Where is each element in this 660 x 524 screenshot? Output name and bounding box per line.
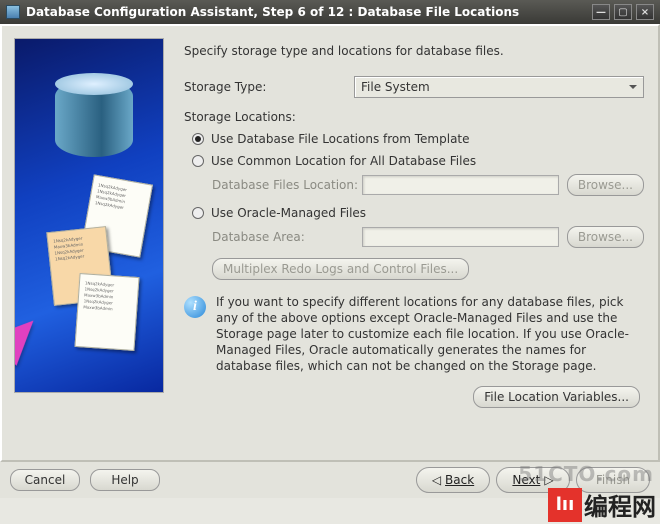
file-location-variables-button[interactable]: File Location Variables... [473,386,640,408]
wizard-content: Specify storage type and locations for d… [170,30,654,456]
chevron-left-icon: ◁ [432,473,441,487]
radio-omf-row[interactable]: Use Oracle-Managed Files [192,206,644,220]
help-button[interactable]: Help [90,469,160,491]
db-files-location-label: Database Files Location: [212,178,362,192]
radio-common[interactable] [192,155,204,167]
radio-template-row[interactable]: Use Database File Locations from Templat… [192,132,644,146]
multiplex-button[interactable]: Multiplex Redo Logs and Control Files... [212,258,469,280]
db-files-browse-button[interactable]: Browse... [567,174,644,196]
db-area-label: Database Area: [212,230,362,244]
back-button[interactable]: ◁ Back [416,467,490,493]
radio-common-label: Use Common Location for All Database Fil… [211,154,476,168]
storage-locations-label: Storage Locations: [184,110,644,124]
radio-template[interactable] [192,133,204,145]
intro-text: Specify storage type and locations for d… [184,44,644,58]
cancel-button[interactable]: Cancel [10,469,80,491]
window-title: Database Configuration Assistant, Step 6… [26,5,519,19]
minimize-button[interactable]: — [592,4,610,20]
close-button[interactable]: × [636,4,654,20]
window-titlebar: Database Configuration Assistant, Step 6… [0,0,660,24]
wizard-side-image: 1Nsq2kAdyger 1Nsq2kAdyger Maxw3bAdmin 1N… [14,38,164,393]
storage-type-value: File System [361,80,430,94]
chevron-right-icon: ▷ [544,473,553,487]
db-area-browse-button[interactable]: Browse... [567,226,644,248]
info-text: If you want to specify different locatio… [216,294,644,374]
radio-omf-label: Use Oracle-Managed Files [211,206,366,220]
next-button[interactable]: Next ▷ [496,467,570,493]
maximize-button[interactable]: ▢ [614,4,632,20]
info-icon: i [184,296,206,318]
wizard-button-bar: Cancel Help ◁ Back Next ▷ Finish [0,462,660,498]
storage-type-label: Storage Type: [184,80,354,94]
dialog-body: 1Nsq2kAdyger 1Nsq2kAdyger Maxw3bAdmin 1N… [0,24,660,462]
radio-omf[interactable] [192,207,204,219]
db-area-input[interactable] [362,227,559,247]
radio-common-row[interactable]: Use Common Location for All Database Fil… [192,154,644,168]
storage-type-dropdown[interactable]: File System [354,76,644,98]
db-files-location-input[interactable] [362,175,559,195]
radio-template-label: Use Database File Locations from Templat… [211,132,470,146]
finish-button: Finish [576,467,650,493]
app-icon [6,5,20,19]
